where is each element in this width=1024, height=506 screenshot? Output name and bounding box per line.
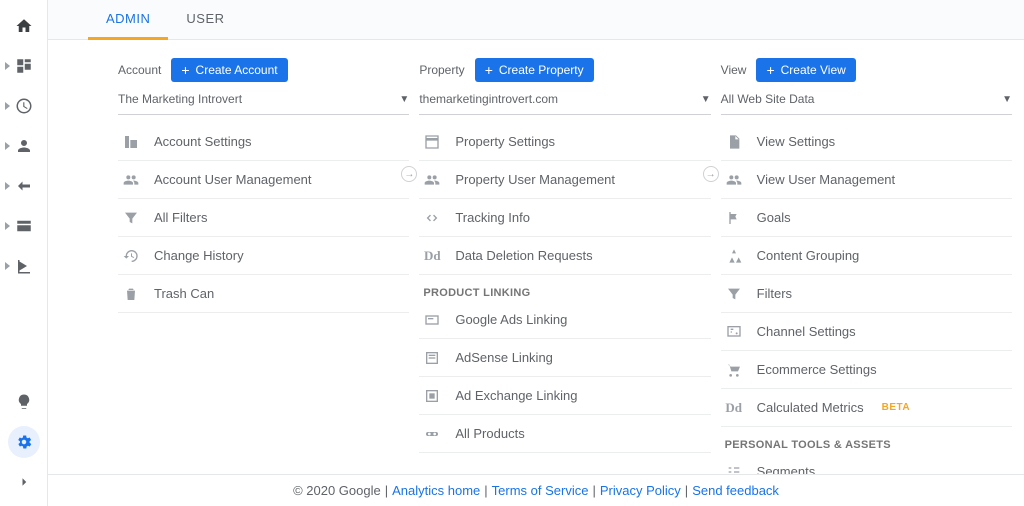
account-user-management[interactable]: Account User Management: [118, 161, 409, 199]
product-linking-header: PRODUCT LINKING: [423, 287, 710, 299]
plus-icon: +: [485, 63, 493, 77]
ad-exchange-linking[interactable]: Ad Exchange Linking: [419, 377, 710, 415]
assign-account-circle[interactable]: →: [401, 166, 417, 182]
link-icon: [423, 425, 441, 443]
acquisition-icon[interactable]: [8, 170, 40, 202]
create-view-button[interactable]: +Create View: [756, 58, 855, 82]
property-selected: themarketingintrovert.com: [419, 92, 558, 106]
chevron-down-icon: ▼: [1002, 94, 1012, 105]
audience-icon[interactable]: [8, 130, 40, 162]
trash-icon: [122, 285, 140, 303]
feedback-link[interactable]: Send feedback: [692, 483, 779, 498]
assign-property-circle[interactable]: →: [703, 166, 719, 182]
left-sidebar: [0, 0, 48, 506]
grouping-icon: [725, 247, 743, 265]
create-account-button[interactable]: +Create Account: [171, 58, 287, 82]
admin-tabs: ADMIN USER: [48, 0, 1024, 40]
data-deletion[interactable]: DdData Deletion Requests: [419, 237, 710, 275]
page-icon: [725, 133, 743, 151]
content-grouping[interactable]: Content Grouping: [721, 237, 1012, 275]
account-selector[interactable]: The Marketing Introvert ▼: [118, 86, 409, 115]
account-column: Account +Create Account The Marketing In…: [118, 58, 409, 474]
tracking-info[interactable]: Tracking Info: [419, 199, 710, 237]
dd-icon: Dd: [725, 399, 743, 417]
calculated-metrics[interactable]: DdCalculated MetricsBETA: [721, 389, 1012, 427]
customization-icon[interactable]: [8, 50, 40, 82]
code-icon: [423, 209, 441, 227]
view-settings[interactable]: View Settings: [721, 123, 1012, 161]
all-filters[interactable]: All Filters: [118, 199, 409, 237]
adsense-linking[interactable]: AdSense Linking: [419, 339, 710, 377]
all-products[interactable]: All Products: [419, 415, 710, 453]
adsense-icon: [423, 349, 441, 367]
chevron-down-icon: ▼: [701, 94, 711, 105]
home-icon[interactable]: [8, 10, 40, 42]
terms-link[interactable]: Terms of Service: [492, 483, 589, 498]
privacy-link[interactable]: Privacy Policy: [600, 483, 681, 498]
cart-icon: [725, 361, 743, 379]
account-selected: The Marketing Introvert: [118, 92, 242, 106]
property-settings[interactable]: Property Settings: [419, 123, 710, 161]
dd-icon: Dd: [423, 247, 441, 265]
tab-admin[interactable]: ADMIN: [88, 0, 168, 40]
analytics-home-link[interactable]: Analytics home: [392, 483, 480, 498]
account-settings[interactable]: Account Settings: [118, 123, 409, 161]
segments-icon: [725, 463, 743, 475]
layout-icon: [423, 133, 441, 151]
create-property-button[interactable]: +Create Property: [475, 58, 594, 82]
ads-icon: [423, 311, 441, 329]
ecommerce-settings[interactable]: Ecommerce Settings: [721, 351, 1012, 389]
goals[interactable]: Goals: [721, 199, 1012, 237]
view-selected: All Web Site Data: [721, 92, 815, 106]
filter-icon: [122, 209, 140, 227]
property-column: Property +Create Property themarketingin…: [419, 58, 710, 474]
view-filters[interactable]: Filters: [721, 275, 1012, 313]
chevron-down-icon: ▼: [399, 94, 409, 105]
property-label: Property: [419, 63, 464, 77]
collapse-icon[interactable]: [8, 466, 40, 498]
view-user-management[interactable]: View User Management: [721, 161, 1012, 199]
channel-icon: [725, 323, 743, 341]
beta-badge: BETA: [882, 402, 910, 413]
conversions-icon[interactable]: [8, 250, 40, 282]
google-ads-linking[interactable]: Google Ads Linking: [419, 301, 710, 339]
filter-icon: [725, 285, 743, 303]
admin-gear-icon[interactable]: [8, 426, 40, 458]
discover-icon[interactable]: [8, 386, 40, 418]
property-user-management[interactable]: Property User Management: [419, 161, 710, 199]
plus-icon: +: [181, 63, 189, 77]
channel-settings[interactable]: Channel Settings: [721, 313, 1012, 351]
account-label: Account: [118, 63, 161, 77]
copyright: © 2020 Google: [293, 483, 381, 498]
people-icon: [725, 171, 743, 189]
exchange-icon: [423, 387, 441, 405]
settings-icon: [122, 133, 140, 151]
trash-can[interactable]: Trash Can: [118, 275, 409, 313]
view-selector[interactable]: All Web Site Data ▼: [721, 86, 1012, 115]
history-icon: [122, 247, 140, 265]
plus-icon: +: [766, 63, 774, 77]
flag-icon: [725, 209, 743, 227]
personal-tools-header: PERSONAL TOOLS & ASSETS: [725, 439, 1012, 451]
main-area: ADMIN USER Account +Create Account The M…: [48, 0, 1024, 506]
tab-user[interactable]: USER: [168, 0, 242, 40]
realtime-icon[interactable]: [8, 90, 40, 122]
people-icon: [423, 171, 441, 189]
change-history[interactable]: Change History: [118, 237, 409, 275]
people-icon: [122, 171, 140, 189]
view-label: View: [721, 63, 747, 77]
property-selector[interactable]: themarketingintrovert.com ▼: [419, 86, 710, 115]
segments[interactable]: Segments: [721, 453, 1012, 474]
footer: © 2020 Google | Analytics home | Terms o…: [48, 474, 1024, 506]
behavior-icon[interactable]: [8, 210, 40, 242]
view-column: View +Create View All Web Site Data ▼ Vi…: [721, 58, 1012, 474]
